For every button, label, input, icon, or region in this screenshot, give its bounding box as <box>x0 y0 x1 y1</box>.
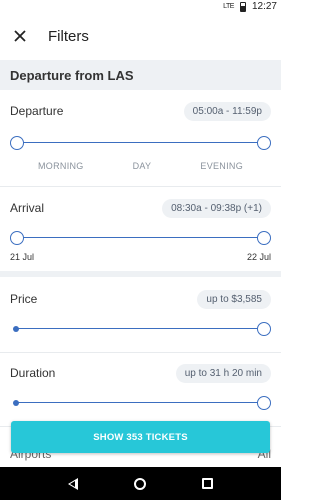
recent-apps-icon[interactable] <box>202 478 213 489</box>
duration-filter: Duration up to 31 h 20 min <box>0 359 281 417</box>
arrival-start-date: 21 Jul <box>10 252 35 262</box>
arrival-slider-max-handle[interactable] <box>257 231 271 245</box>
close-button[interactable] <box>0 16 40 56</box>
signal-icon: LTE <box>223 2 234 10</box>
home-icon[interactable] <box>134 477 146 490</box>
divider <box>0 186 281 187</box>
departure-filter: Departure 05:00a - 11:59p MORNING DAY EV… <box>0 97 281 181</box>
tick-evening: EVENING <box>200 161 243 171</box>
arrival-range-badge: 08:30a - 09:38p (+1) <box>162 198 271 218</box>
price-slider[interactable] <box>11 319 271 339</box>
arrival-date-range: 21 Jul 22 Jul <box>0 252 281 262</box>
departure-slider-track <box>11 142 270 143</box>
departure-slider-max-handle[interactable] <box>257 136 271 150</box>
tick-morning: MORNING <box>38 161 84 171</box>
app-bar: Filters <box>0 16 281 56</box>
close-icon <box>14 30 26 42</box>
duration-label: Duration <box>10 366 56 380</box>
arrival-slider-min-handle[interactable] <box>10 231 24 245</box>
price-filter: Price up to $3,585 <box>0 285 281 345</box>
arrival-label: Arrival <box>10 201 45 215</box>
duration-range-badge: up to 31 h 20 min <box>175 363 271 383</box>
back-icon[interactable] <box>68 477 78 490</box>
system-nav-bar <box>0 467 281 500</box>
price-range-badge: up to $3,585 <box>197 289 271 309</box>
show-tickets-button[interactable]: SHOW 353 TICKETS <box>11 421 270 453</box>
price-slider-min-handle[interactable] <box>13 326 19 332</box>
status-bar: LTE 12:27 <box>0 0 281 16</box>
status-time: 12:27 <box>251 1 277 12</box>
tick-day: DAY <box>132 161 152 171</box>
duration-slider-min-handle[interactable] <box>13 400 19 406</box>
arrival-filter: Arrival 08:30a - 09:38p (+1) 21 Jul 22 J… <box>0 194 281 270</box>
duration-slider-track <box>15 402 270 403</box>
departure-label: Departure <box>10 104 64 118</box>
arrival-slider[interactable] <box>10 228 271 248</box>
battery-icon <box>239 1 246 12</box>
departure-slider[interactable] <box>10 133 271 153</box>
arrival-slider-track <box>11 237 270 238</box>
price-slider-max-handle[interactable] <box>257 322 271 336</box>
divider <box>0 352 281 353</box>
section-header-departure-from: Departure from LAS <box>0 60 281 90</box>
price-slider-track <box>15 328 270 329</box>
page-title: Filters <box>48 27 89 45</box>
section-gap <box>0 271 281 277</box>
arrival-end-date: 22 Jul <box>246 252 271 262</box>
departure-time-ticks: MORNING DAY EVENING <box>0 161 281 171</box>
departure-range-badge: 05:00a - 11:59p <box>183 101 271 121</box>
duration-slider-max-handle[interactable] <box>257 396 271 410</box>
duration-slider[interactable] <box>11 393 271 413</box>
price-label: Price <box>10 292 38 306</box>
departure-slider-min-handle[interactable] <box>10 136 24 150</box>
